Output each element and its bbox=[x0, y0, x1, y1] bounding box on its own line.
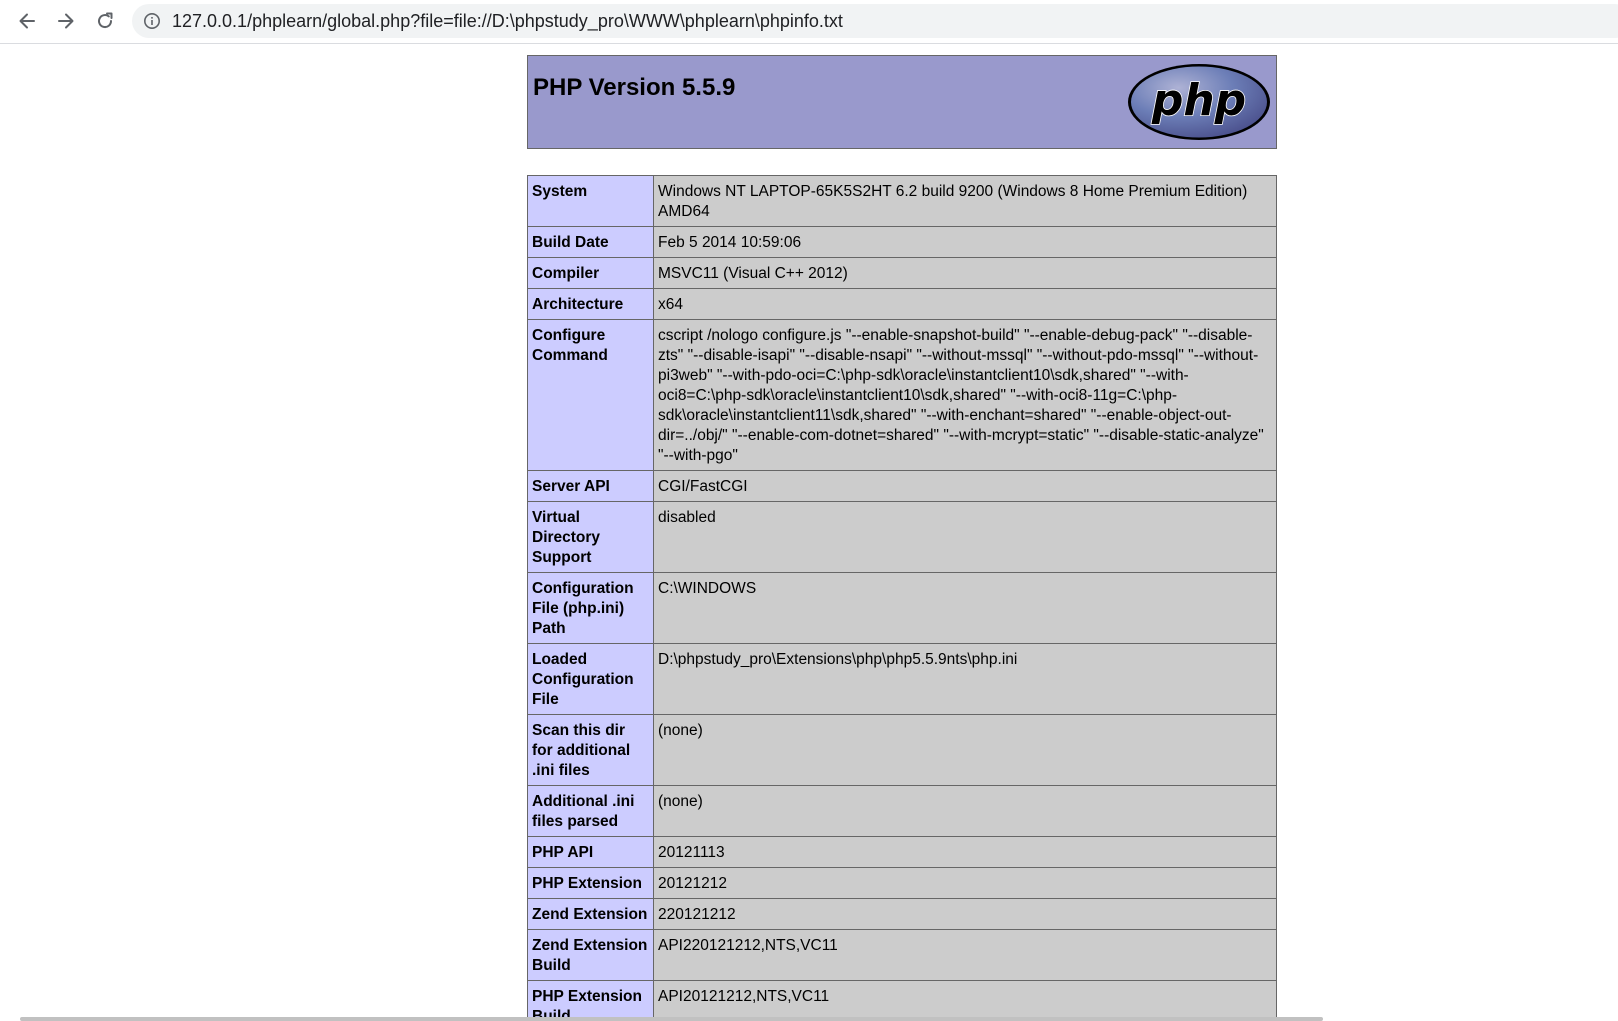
row-key: Loaded Configuration File bbox=[527, 643, 654, 715]
row-value: (none) bbox=[653, 785, 1277, 837]
row-key: Compiler bbox=[527, 257, 654, 289]
phpinfo-table: System Windows NT LAPTOP-65K5S2HT 6.2 bui… bbox=[527, 175, 1277, 1021]
table-row: Virtual Directory Support disabled bbox=[527, 501, 1277, 573]
row-value: cscript /nologo configure.js "--enable-s… bbox=[653, 319, 1277, 471]
table-row: PHP Extension 20121212 bbox=[527, 867, 1277, 899]
row-key: Configure Command bbox=[527, 319, 654, 471]
table-row: System Windows NT LAPTOP-65K5S2HT 6.2 bui… bbox=[527, 175, 1277, 227]
table-row: PHP API 20121113 bbox=[527, 836, 1277, 868]
row-value: 20121212 bbox=[653, 867, 1277, 899]
table-row: Configuration File (php.ini) Path C:\WIND… bbox=[527, 572, 1277, 644]
phpinfo-header: PHP Version 5.5.9 php bbox=[527, 55, 1277, 149]
row-key: PHP Extension bbox=[527, 867, 654, 899]
address-bar[interactable]: 127.0.0.1/phplearn/global.php?file=file:… bbox=[132, 4, 1618, 38]
row-key: Configuration File (php.ini) Path bbox=[527, 572, 654, 644]
forward-button[interactable] bbox=[49, 4, 83, 38]
row-key: Virtual Directory Support bbox=[527, 501, 654, 573]
table-row: Scan this dir for additional .ini files(… bbox=[527, 714, 1277, 786]
row-key: Build Date bbox=[527, 226, 654, 258]
row-value: 220121212 bbox=[653, 898, 1277, 930]
arrow-right-icon bbox=[58, 13, 74, 29]
row-key: System bbox=[527, 175, 654, 227]
table-row: Server API CGI/FastCGI bbox=[527, 470, 1277, 502]
page-title: PHP Version 5.5.9 bbox=[533, 74, 736, 101]
row-value: Feb 5 2014 10:59:06 bbox=[653, 226, 1277, 258]
row-value: C:\WINDOWS bbox=[653, 572, 1277, 644]
row-key: Server API bbox=[527, 470, 654, 502]
row-value: CGI/FastCGI bbox=[653, 470, 1277, 502]
row-value: Windows NT LAPTOP-65K5S2HT 6.2 build 920… bbox=[653, 175, 1277, 227]
row-value: API20121212,NTS,VC11 bbox=[653, 980, 1277, 1021]
back-button[interactable] bbox=[10, 4, 44, 38]
reload-icon bbox=[98, 12, 113, 29]
table-row: Loaded Configuration File D:\phpstudy_pro… bbox=[527, 643, 1277, 715]
table-row: Additional .ini files parsed (none) bbox=[527, 785, 1277, 837]
page-content: PHP Version 5.5.9 php System Windows NT L… bbox=[0, 45, 1618, 1021]
row-value: x64 bbox=[653, 288, 1277, 320]
info-icon[interactable] bbox=[142, 11, 162, 31]
row-key: Architecture bbox=[527, 288, 654, 320]
table-row: Configure Command cscript /nologo configu… bbox=[527, 319, 1277, 471]
row-key: PHP API bbox=[527, 836, 654, 868]
table-row: Zend Extension Build API220121212,NTS,VC1… bbox=[527, 929, 1277, 981]
table-row: Architecture x64 bbox=[527, 288, 1277, 320]
row-value: 20121113 bbox=[653, 836, 1277, 868]
row-key: Zend Extension bbox=[527, 898, 654, 930]
svg-text:php: php bbox=[1151, 75, 1246, 126]
horizontal-scrollbar[interactable] bbox=[20, 1017, 1323, 1021]
reload-button[interactable] bbox=[88, 4, 122, 38]
table-row: Zend Extension 220121212 bbox=[527, 898, 1277, 930]
arrow-left-icon bbox=[19, 13, 35, 29]
row-value: disabled bbox=[653, 501, 1277, 573]
url-text[interactable]: 127.0.0.1/phplearn/global.php?file=file:… bbox=[172, 4, 843, 38]
row-value: (none) bbox=[653, 714, 1277, 786]
php-logo: php bbox=[1128, 64, 1270, 140]
row-value: API220121212,NTS,VC11 bbox=[653, 929, 1277, 981]
row-key: PHP Extension Build bbox=[527, 980, 654, 1021]
table-row: PHP Extension Build API20121212,NTS,VC11 bbox=[527, 980, 1277, 1021]
table-row: Compiler MSVC11 (Visual C++ 2012) bbox=[527, 257, 1277, 289]
row-value: D:\phpstudy_pro\Extensions\php\php5.5.9n… bbox=[653, 643, 1277, 715]
row-value: MSVC11 (Visual C++ 2012) bbox=[653, 257, 1277, 289]
table-row: Build Date Feb 5 2014 10:59:06 bbox=[527, 226, 1277, 258]
row-key: Scan this dir for additional .ini files bbox=[527, 714, 654, 786]
row-key: Additional .ini files parsed bbox=[527, 785, 654, 837]
browser-toolbar: 127.0.0.1/phplearn/global.php?file=file:… bbox=[0, 0, 1618, 44]
row-key: Zend Extension Build bbox=[527, 929, 654, 981]
